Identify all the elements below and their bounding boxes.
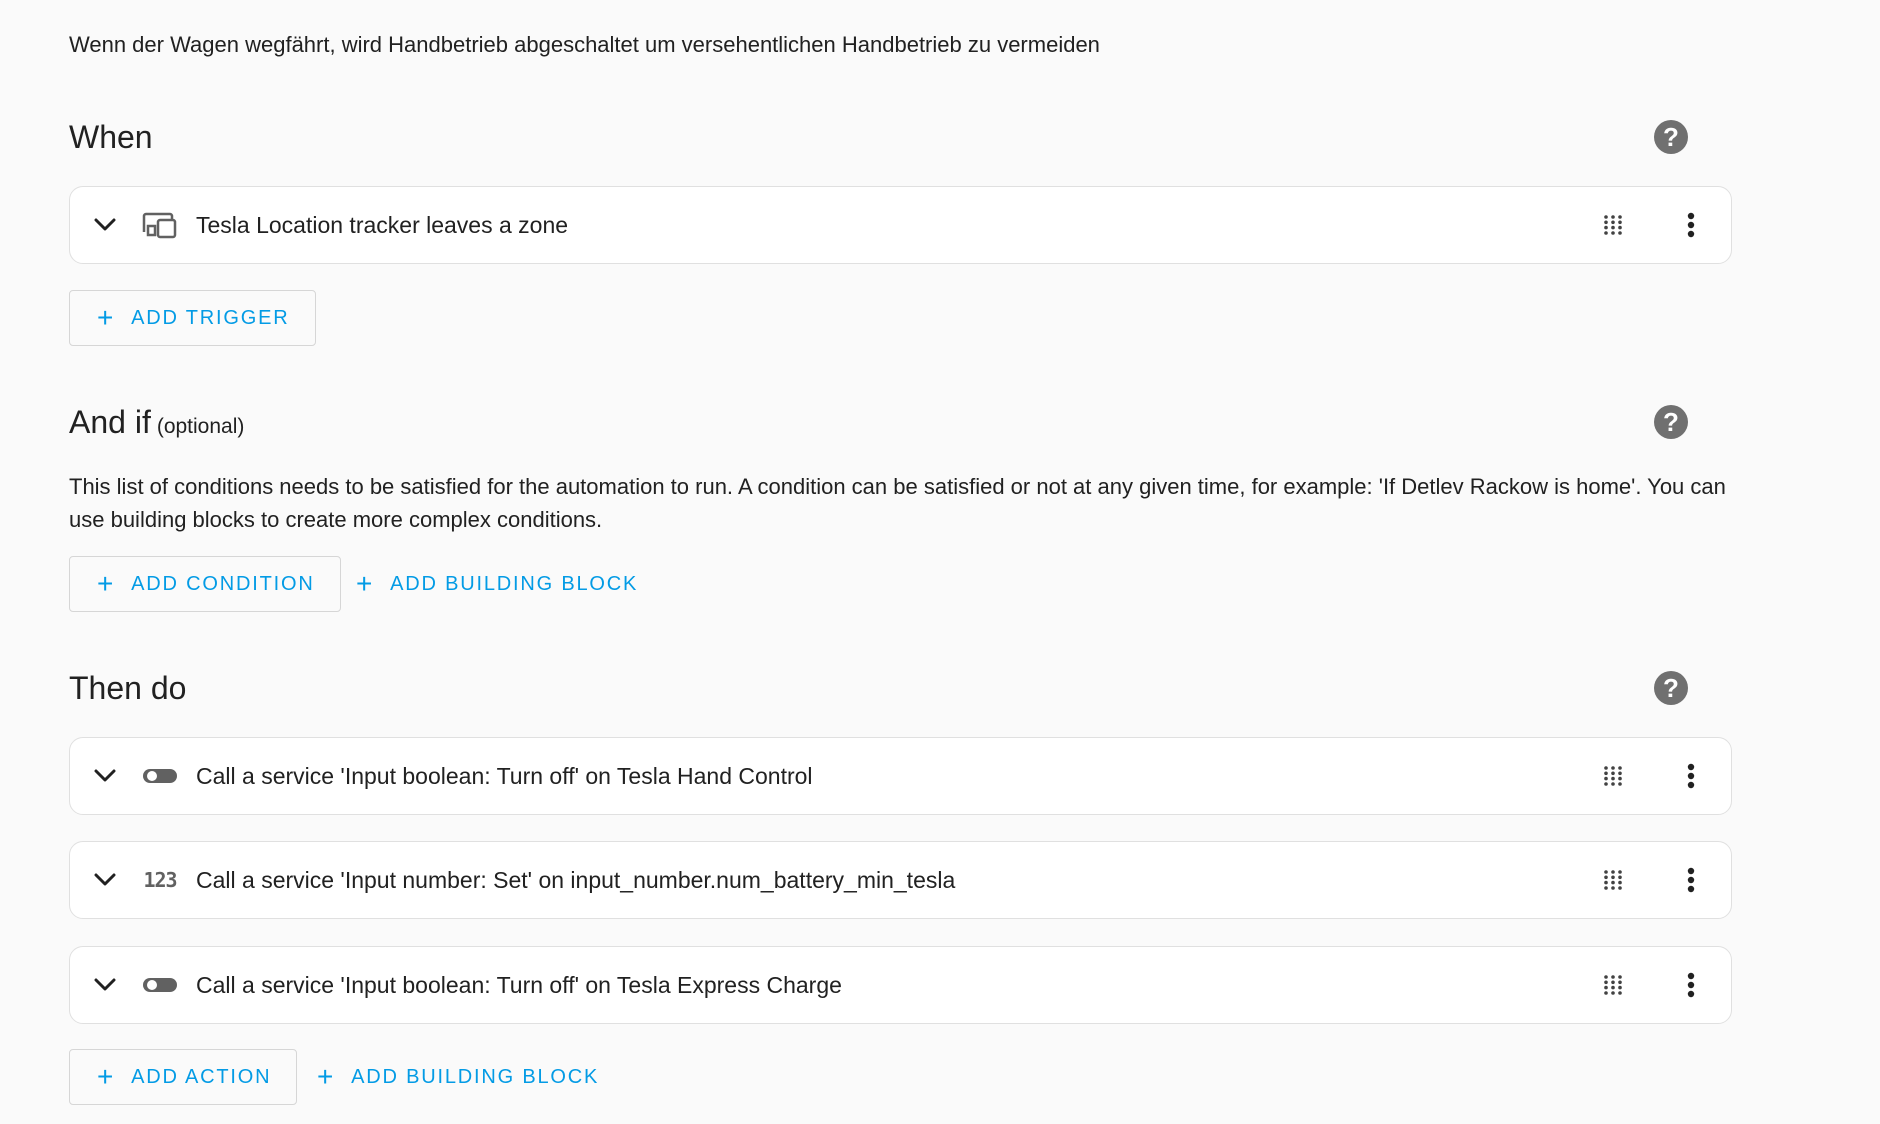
automation-editor: Wenn der Wagen wegfährt, wird Handbetrie… [0,0,1880,1124]
add-condition-label: ADD CONDITION [131,572,315,595]
plus-icon: + [356,568,375,599]
add-building-block-button[interactable]: + ADD BUILDING BLOCK [346,556,648,612]
toggle-switch-off-icon [140,759,180,793]
and-if-title-text: And if [69,403,151,440]
trigger-label: Tesla Location tracker leaves a zone [196,211,569,238]
drag-handle-icon[interactable] [1598,865,1628,895]
action-card[interactable]: 123 Call a service 'Input number: Set' o… [69,841,1732,919]
when-title: When [69,118,153,155]
drag-handle-icon[interactable] [1598,970,1628,1000]
add-action-button[interactable]: + ADD ACTION [69,1049,298,1105]
plus-icon: + [97,1061,116,1092]
help-icon[interactable]: ? [1654,120,1688,154]
automation-description: Wenn der Wagen wegfährt, wird Handbetrie… [69,32,1100,57]
chevron-down-icon[interactable] [88,759,122,793]
help-icon[interactable]: ? [1654,671,1688,705]
action-label: Call a service 'Input boolean: Turn off'… [196,762,813,789]
devices-icon [140,208,180,242]
add-condition-button[interactable]: + ADD CONDITION [69,556,341,612]
drag-handle-icon[interactable] [1598,761,1628,791]
add-building-block-label: ADD BUILDING BLOCK [390,572,639,595]
action-card[interactable]: Call a service 'Input boolean: Turn off'… [69,946,1732,1024]
action-label: Call a service 'Input boolean: Turn off'… [196,971,842,998]
help-icon[interactable]: ? [1654,405,1688,439]
plus-icon: + [97,568,116,599]
action-card[interactable]: Call a service 'Input boolean: Turn off'… [69,737,1732,815]
add-action-label: ADD ACTION [131,1065,272,1088]
numeric-icon: 123 [140,863,180,897]
add-trigger-button[interactable]: + ADD TRIGGER [69,290,316,346]
more-vertical-icon[interactable] [1674,759,1708,793]
and-if-section-header: And if (optional) ? [69,397,1709,447]
trigger-card[interactable]: Tesla Location tracker leaves a zone [69,186,1732,264]
plus-icon: + [97,302,116,333]
chevron-down-icon[interactable] [88,863,122,897]
chevron-down-icon[interactable] [88,968,122,1002]
add-building-block-button[interactable]: + ADD BUILDING BLOCK [307,1049,609,1105]
numeric-icon-text: 123 [143,868,177,892]
chevron-down-icon[interactable] [88,208,122,242]
action-label: Call a service 'Input number: Set' on in… [196,866,956,893]
then-do-section-header: Then do ? [69,663,1709,713]
more-vertical-icon[interactable] [1674,863,1708,897]
and-if-title: And if (optional) [69,404,244,441]
conditions-description: This list of conditions needs to be sati… [69,474,1726,532]
when-section-header: When ? [69,112,1709,162]
optional-label: (optional) [156,414,245,438]
more-vertical-icon[interactable] [1674,208,1708,242]
add-trigger-label: ADD TRIGGER [131,306,290,329]
add-building-block-label: ADD BUILDING BLOCK [351,1065,600,1088]
then-do-title: Then do [69,669,187,706]
drag-handle-icon[interactable] [1598,210,1628,240]
toggle-switch-off-icon [140,968,180,1002]
more-vertical-icon[interactable] [1674,968,1708,1002]
plus-icon: + [317,1061,336,1092]
